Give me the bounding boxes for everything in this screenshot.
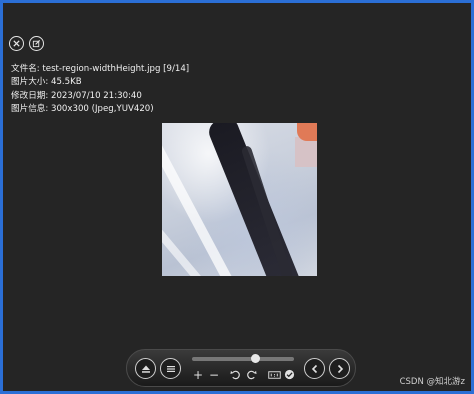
eject-button[interactable] [135, 358, 156, 379]
rotate-right-icon [247, 370, 257, 380]
close-icon [13, 40, 20, 47]
actual-size-icon [268, 371, 281, 379]
edit-button[interactable] [29, 36, 44, 51]
info-meta: 图片信息: 300x300 (Jpeg,YUV420) [11, 103, 154, 114]
confirm-button[interactable] [284, 369, 295, 383]
edit-icon [32, 39, 41, 48]
watermark: CSDN @知北游z [399, 377, 465, 387]
check-circle-icon [284, 369, 295, 380]
rotate-left-button[interactable] [230, 369, 241, 383]
rotate-left-icon [230, 370, 240, 380]
zoom-slider-handle[interactable] [251, 354, 261, 363]
actual-size-button[interactable] [268, 369, 281, 383]
menu-button[interactable] [160, 358, 181, 379]
image-detail [205, 123, 305, 276]
viewer-canvas: 文件名: test-region-widthHeight.jpg [9/14] … [6, 6, 468, 388]
info-filename: 文件名: test-region-widthHeight.jpg [9/14] [11, 64, 190, 74]
image-detail [295, 137, 317, 167]
eject-icon [141, 365, 150, 373]
previous-button[interactable] [304, 358, 325, 379]
rotate-right-button[interactable] [246, 369, 257, 383]
next-button[interactable] [329, 358, 350, 379]
close-button[interactable] [9, 36, 24, 51]
menu-icon [166, 365, 175, 372]
image-detail [297, 123, 317, 141]
displayed-image[interactable] [162, 123, 317, 276]
info-size: 图片大小: 45.5KB [11, 77, 82, 88]
zoom-slider[interactable] [192, 354, 294, 363]
top-actions [9, 36, 44, 51]
zoom-out-button[interactable]: − [209, 368, 219, 382]
info-date: 修改日期: 2023/07/10 21:30:40 [11, 90, 142, 101]
image-info: 文件名: test-region-widthHeight.jpg [9/14] … [11, 63, 189, 116]
viewer-window: 文件名: test-region-widthHeight.jpg [9/14] … [0, 0, 474, 394]
chevron-left-icon [311, 364, 317, 373]
bottom-toolbar: + − [126, 349, 356, 387]
zoom-in-button[interactable]: + [193, 368, 203, 382]
chevron-right-icon [337, 364, 343, 373]
